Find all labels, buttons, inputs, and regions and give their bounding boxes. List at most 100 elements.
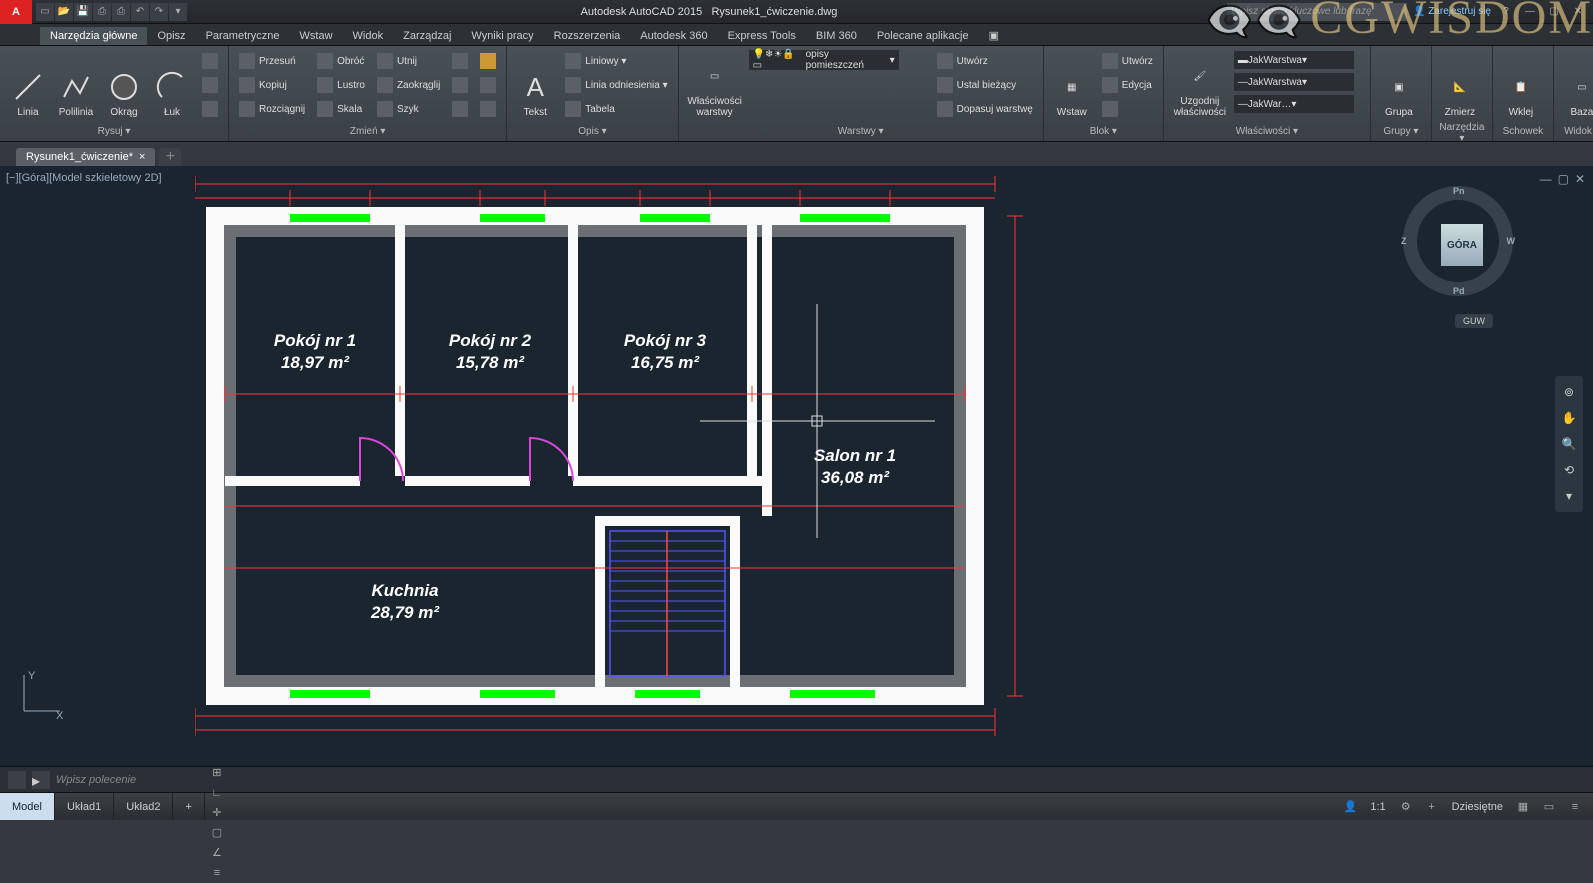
drawing-canvas[interactable]: [−][Góra][Model szkieletowy 2D] — ▢ ✕ GÓ… <box>0 166 1593 766</box>
vp-close-icon[interactable]: ✕ <box>1575 172 1585 186</box>
tab-expand-icon[interactable]: ▣ <box>979 26 1009 45</box>
trim-button[interactable]: Utnij <box>373 50 444 72</box>
panel-utils-title[interactable]: Narzędzia ▾ <box>1438 120 1486 146</box>
nav-zoom-icon[interactable]: 🔍 <box>1559 434 1579 454</box>
viewcube[interactable]: GÓRA Pn Pd Z W <box>1403 186 1513 296</box>
base-view-button[interactable]: ▭Baza <box>1560 48 1593 120</box>
stretch-button[interactable]: Rozciągnij <box>235 98 309 120</box>
cmd-history-icon[interactable] <box>8 771 26 789</box>
leader-button[interactable]: Linia odniesienia ▾ <box>561 74 671 96</box>
vp-minimize-icon[interactable]: — <box>1540 172 1552 186</box>
panel-block-title[interactable]: Blok ▾ <box>1050 124 1157 139</box>
block-create-button[interactable]: Utwórz <box>1098 50 1157 72</box>
measure-button[interactable]: 📐Zmierz <box>1438 48 1482 120</box>
layout-add[interactable]: + <box>173 793 204 820</box>
search-input[interactable]: Wpisz słowo kluczowe lub frazę <box>1227 3 1407 21</box>
tab-output[interactable]: Wyniki pracy <box>461 27 543 45</box>
scale-button[interactable]: Skala <box>313 98 369 120</box>
draw-extra2[interactable] <box>198 74 222 96</box>
file-tab[interactable]: Rysunek1_ćwiczenie*× <box>16 148 155 166</box>
rotate-button[interactable]: Obróć <box>313 50 369 72</box>
sb-gear-icon[interactable]: ⚙ <box>1394 797 1418 817</box>
copy-button[interactable]: Kopiuj <box>235 74 309 96</box>
qat-saveas-icon[interactable]: ⎙ <box>93 3 111 21</box>
layer-make-button[interactable]: Utwórz <box>933 50 1037 72</box>
modify-extra4[interactable] <box>476 74 500 96</box>
cmd-prompt-icon[interactable]: ▸ <box>32 771 50 789</box>
panel-groups-title[interactable]: Grupy ▾ <box>1377 124 1425 139</box>
layout-model[interactable]: Model <box>0 793 55 820</box>
minimize-icon[interactable]: — <box>1521 5 1539 19</box>
color-combo[interactable]: ▬ JakWarstwa ▾ <box>1234 51 1354 69</box>
tab-parametric[interactable]: Parametryczne <box>196 27 290 45</box>
viewport-label[interactable]: [−][Góra][Model szkieletowy 2D] <box>6 172 162 184</box>
modify-extra5[interactable] <box>476 98 500 120</box>
tab-featured[interactable]: Polecane aplikacje <box>867 27 979 45</box>
layout-tab1[interactable]: Układ1 <box>55 793 114 820</box>
block-attr-button[interactable] <box>1098 98 1157 120</box>
linetype-combo[interactable]: — JakWar… ▾ <box>1234 95 1354 113</box>
nav-show-icon[interactable]: ▾ <box>1559 486 1579 506</box>
modify-extra3[interactable] <box>448 98 472 120</box>
ucs-button[interactable]: GUW <box>1455 314 1493 328</box>
group-button[interactable]: ▣Grupa <box>1377 48 1421 120</box>
layout-tab2[interactable]: Układ2 <box>114 793 173 820</box>
array-button[interactable]: Szyk <box>373 98 444 120</box>
panel-annot-title[interactable]: Opis ▾ <box>513 124 671 139</box>
block-edit-button[interactable]: Edycja <box>1098 74 1157 96</box>
osnap-toggle-icon[interactable]: ▢ <box>205 823 229 843</box>
modify-extra1[interactable] <box>448 50 472 72</box>
qat-undo-icon[interactable]: ↶ <box>131 3 149 21</box>
panel-view-title[interactable]: Widok ▾ <box>1560 124 1593 139</box>
line-button[interactable]: Linia <box>6 48 50 120</box>
tab-view[interactable]: Widok <box>343 27 394 45</box>
modify-brush-icon[interactable] <box>476 50 500 72</box>
sb-clean-icon[interactable]: ▭ <box>1537 797 1561 817</box>
tab-addins[interactable]: Rozszerzenia <box>544 27 631 45</box>
tab-bim360[interactable]: BIM 360 <box>806 27 867 45</box>
text-button[interactable]: ATekst <box>513 48 557 120</box>
sb-tool-icon[interactable]: + <box>1420 797 1444 817</box>
sb-annoscale-icon[interactable]: 👤 <box>1338 797 1362 817</box>
close-icon[interactable]: ✕ <box>1569 5 1587 19</box>
layer-current-button[interactable]: Ustal bieżący <box>933 74 1037 96</box>
sb-custom-icon[interactable]: ≡ <box>1563 797 1587 817</box>
otrack-toggle-icon[interactable]: ∠ <box>205 843 229 863</box>
app-menu-button[interactable]: A <box>0 0 32 24</box>
panel-draw-title[interactable]: Rysuj ▾ <box>6 124 222 139</box>
tab-insert[interactable]: Wstaw <box>290 27 343 45</box>
tab-express[interactable]: Express Tools <box>718 27 806 45</box>
nav-wheel-icon[interactable]: ⊚ <box>1559 382 1579 402</box>
sb-scale[interactable]: 1:1 <box>1364 801 1391 813</box>
layer-props-button[interactable]: ▭Właściwości warstwy <box>685 48 745 120</box>
qat-open-icon[interactable]: 📂 <box>55 3 73 21</box>
fillet-button[interactable]: Zaokrąglij <box>373 74 444 96</box>
qat-print-icon[interactable]: ⎙ <box>112 3 130 21</box>
arc-button[interactable]: Łuk <box>150 48 194 120</box>
vp-restore-icon[interactable]: ▢ <box>1558 172 1569 186</box>
maximize-icon[interactable]: ▢ <box>1545 5 1563 19</box>
panel-modify-title[interactable]: Zmień ▾ <box>235 124 500 139</box>
qat-more-icon[interactable]: ▾ <box>169 3 187 21</box>
tab-home[interactable]: Narzędzia główne <box>40 27 147 45</box>
sb-quick-icon[interactable]: ▦ <box>1511 797 1535 817</box>
polar-toggle-icon[interactable]: ✛ <box>205 803 229 823</box>
panel-props-title[interactable]: Właściwości ▾ <box>1170 124 1364 139</box>
nav-pan-icon[interactable]: ✋ <box>1559 408 1579 428</box>
polyline-button[interactable]: Polilinia <box>54 48 98 120</box>
panel-layers-title[interactable]: Warstwy ▾ <box>685 124 1037 139</box>
mirror-button[interactable]: Lustro <box>313 74 369 96</box>
modify-extra2[interactable] <box>448 74 472 96</box>
tab-manage[interactable]: Zarządzaj <box>393 27 461 45</box>
layer-match-button[interactable]: Dopasuj warstwę <box>933 98 1037 120</box>
dim-linear-button[interactable]: Liniowy ▾ <box>561 50 671 72</box>
qat-save-icon[interactable]: 💾 <box>74 3 92 21</box>
circle-button[interactable]: Okrąg <box>102 48 146 120</box>
lwt-toggle-icon[interactable]: ≡ <box>205 863 229 883</box>
help-icon[interactable]: ? <box>1497 5 1515 19</box>
draw-extra1[interactable] <box>198 50 222 72</box>
lineweight-combo[interactable]: — JakWarstwa ▾ <box>1234 73 1354 91</box>
nav-orbit-icon[interactable]: ⟲ <box>1559 460 1579 480</box>
viewcube-face[interactable]: GÓRA <box>1441 224 1483 266</box>
qat-new-icon[interactable]: ▭ <box>36 3 54 21</box>
